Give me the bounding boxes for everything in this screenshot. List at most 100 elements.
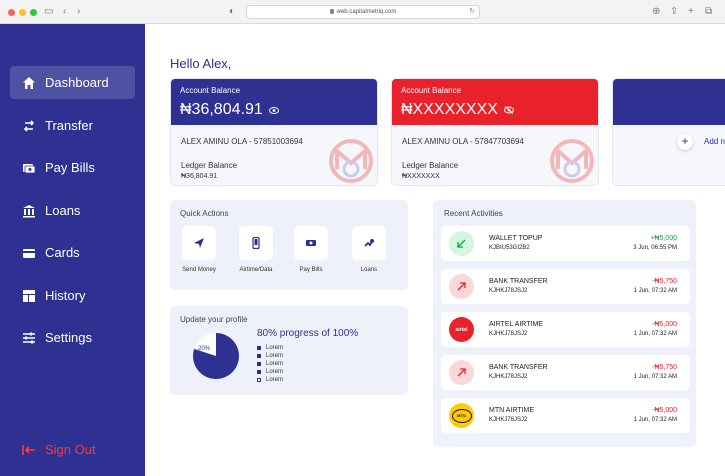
eye-icon[interactable] — [268, 101, 279, 119]
sidebar-item-settings[interactable]: Settings — [10, 321, 135, 354]
arrow-up-right-icon — [449, 274, 474, 299]
reload-icon[interactable]: ↻ — [469, 6, 475, 18]
brand-watermark-logo — [550, 139, 594, 183]
bill-icon[interactable] — [294, 226, 328, 260]
activity-date: 1 Jun, 07:32 AM — [633, 288, 677, 294]
sidebar-item-pay-bills[interactable]: Pay Bills — [10, 151, 135, 184]
quick-action-airtime-data[interactable]: Airtime/Data — [229, 226, 283, 273]
quick-action-send-money[interactable]: Send Money — [172, 226, 226, 273]
sidebar-item-cards[interactable]: Cards — [10, 236, 135, 269]
bank-icon — [22, 204, 36, 218]
activity-row[interactable]: BANK TRANSFER KJHKJ78JSJ2 -₦5,750 1 Jun,… — [441, 355, 690, 390]
brand-watermark-logo — [329, 139, 373, 183]
eye-off-icon[interactable] — [503, 101, 514, 119]
address-bar[interactable]: web.capitalmetriq.com ↻ — [246, 5, 480, 19]
pie-legend: Lorem Lorem Lorem Lorem Lorem — [257, 344, 283, 384]
browser-toolbar: ▭ ‹ › ◐ web.capitalmetriq.com ↻ ⊕ ⇪ + ⧉ — [0, 0, 725, 24]
arrow-up-right-icon — [449, 360, 474, 385]
legend-item: Lorem — [257, 352, 283, 360]
sidebar-toggle-icon[interactable]: ▭ — [44, 5, 53, 19]
sidebar-item-label: Loans — [45, 203, 81, 218]
sidebar: Dashboard Transfer Pay Bills Loans Cards… — [0, 24, 145, 476]
legend-item: Lorem — [257, 376, 283, 384]
add-account-label[interactable]: Add n — [704, 137, 725, 146]
account-card-secondary[interactable]: Account Balance ₦XXXXXXXX ALEX AMINU OLA… — [391, 78, 599, 186]
account-card-header: Account Balance ₦36,804.91 — [171, 79, 377, 125]
activity-amount: -₦5,000 — [652, 321, 677, 328]
sign-out-icon — [22, 444, 35, 455]
activity-row[interactable]: WALLET TOPUP KJBIU53GI2B2 +₦5,000 3 Jun,… — [441, 226, 690, 261]
activity-title: AIRTEL AIRTIME — [489, 321, 543, 328]
plus-icon[interactable]: + — [677, 134, 693, 150]
activity-date: 1 Jun, 07:32 AM — [633, 374, 677, 380]
close-window-button[interactable] — [8, 9, 15, 16]
ledger-balance-value: ₦36,804.91 — [181, 173, 218, 180]
activity-row[interactable]: airtel AIRTEL AIRTIME KJHKJ78JSJ2 -₦5,00… — [441, 312, 690, 347]
recent-activities-title: Recent Activities — [444, 209, 503, 218]
sidebar-item-label: Dashboard — [45, 75, 109, 90]
activity-amount: -₦5,000 — [652, 407, 677, 414]
privacy-shield-icon[interactable]: ◐ — [229, 5, 235, 19]
activity-row[interactable]: BANK TRANSFER KJHKJ78JSJ2 -₦5,750 1 Jun,… — [441, 269, 690, 304]
add-account-card[interactable]: + Add n — [612, 78, 725, 186]
zoom-window-button[interactable] — [30, 9, 37, 16]
profile-panel-title: Update your profile — [180, 315, 248, 324]
account-holder-number: ALEX AMINU OLA - 57851003694 — [181, 137, 303, 146]
account-holder-number: ALEX AMINU OLA - 57847703694 — [402, 137, 524, 146]
activity-date: 1 Jun, 07:32 AM — [633, 331, 677, 337]
sidebar-item-loans[interactable]: Loans — [10, 194, 135, 227]
ledger-balance-value: ₦XXXXXXX — [402, 173, 440, 180]
mtn-logo-text: MTN — [451, 408, 472, 423]
pie-label: 20% — [198, 346, 211, 352]
home-icon — [22, 76, 36, 90]
quick-action-loans[interactable]: Loans — [342, 226, 396, 273]
activity-title: BANK TRANSFER — [489, 364, 548, 371]
sidebar-item-transfer[interactable]: Transfer — [10, 109, 135, 142]
activity-reference: KJHKJ78JSJ2 — [489, 331, 528, 337]
lock-icon — [329, 8, 334, 14]
url-text: web.capitalmetriq.com — [336, 9, 397, 15]
greeting: Hello Alex, — [170, 56, 232, 71]
account-card-header: Account Balance ₦XXXXXXXX — [392, 79, 598, 125]
activity-date: 3 Jun, 06:55 PM — [633, 245, 677, 251]
activity-amount: -₦5,750 — [652, 278, 677, 285]
quick-actions-title: Quick Actions — [180, 209, 229, 218]
sliders-icon — [22, 331, 36, 345]
legend-item: Lorem — [257, 360, 283, 368]
back-icon[interactable]: ‹ — [63, 5, 66, 19]
arrow-down-left-icon — [449, 231, 474, 256]
sidebar-item-label: Settings — [45, 330, 92, 345]
sidebar-item-label: Transfer — [45, 118, 93, 133]
quick-action-label: Pay Bills — [299, 267, 323, 273]
bill-icon — [22, 161, 36, 175]
add-account-card-header — [613, 79, 725, 125]
forward-icon[interactable]: › — [77, 5, 80, 19]
sidebar-item-history[interactable]: History — [10, 279, 135, 312]
share-icon[interactable]: ⇪ — [670, 5, 678, 19]
quick-actions-panel: Quick Actions Send Money Airtime/Data Pa… — [170, 200, 408, 290]
profile-panel: Update your profile 20% 80% progress of … — [170, 306, 408, 395]
activity-row[interactable]: MTN MTN AIRTIME KJHKJ78JSJ2 -₦5,000 1 Ju… — [441, 398, 690, 433]
tab-overview-icon[interactable]: ⧉ — [705, 5, 712, 19]
phone-icon[interactable] — [239, 226, 273, 260]
account-card-primary[interactable]: Account Balance ₦36,804.91 ALEX AMINU OL… — [170, 78, 378, 186]
sidebar-item-dashboard[interactable]: Dashboard — [10, 66, 135, 99]
ledger-balance-label: Ledger Balance — [402, 161, 459, 170]
transfer-icon — [22, 119, 36, 133]
sign-out-button[interactable]: Sign Out — [22, 442, 96, 457]
mtn-logo-icon: MTN — [449, 403, 474, 428]
quick-action-label: Send Money — [182, 267, 216, 273]
sign-out-label: Sign Out — [45, 442, 96, 457]
quick-action-pay-bills[interactable]: Pay Bills — [284, 226, 338, 273]
send-icon[interactable] — [182, 226, 216, 260]
loan-icon[interactable] — [352, 226, 386, 260]
account-card-title: Account Balance — [401, 86, 462, 95]
history-icon — [22, 289, 36, 303]
minimize-window-button[interactable] — [19, 9, 26, 16]
activity-amount: +₦5,000 — [650, 235, 677, 242]
legend-item: Lorem — [257, 368, 283, 376]
download-icon[interactable]: ⊕ — [652, 5, 660, 19]
sidebar-item-label: Pay Bills — [45, 160, 95, 175]
new-tab-icon[interactable]: + — [688, 5, 694, 19]
activity-amount: -₦5,750 — [652, 364, 677, 371]
